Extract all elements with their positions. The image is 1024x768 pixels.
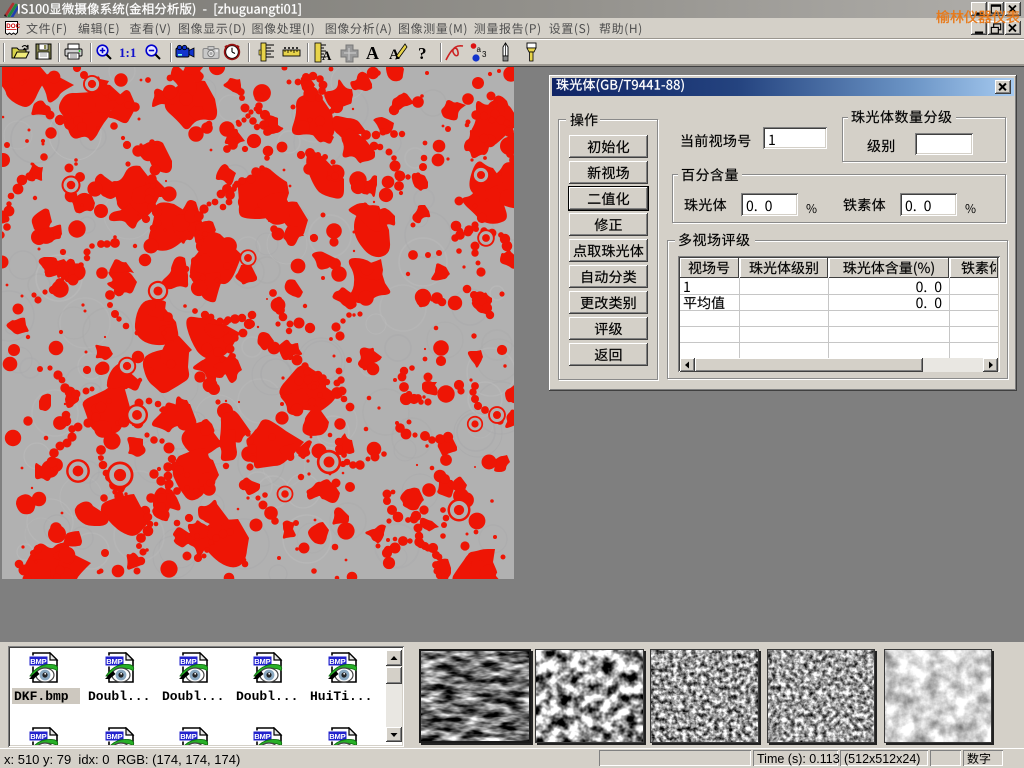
svg-text:a: a — [477, 45, 482, 54]
svg-text:3: 3 — [482, 50, 487, 59]
svg-text:DOC: DOC — [6, 23, 20, 30]
svg-text:1:1: 1:1 — [119, 45, 136, 60]
svg-text:?: ? — [418, 44, 427, 63]
svg-text:A: A — [322, 48, 332, 63]
svg-text:A: A — [366, 43, 379, 63]
